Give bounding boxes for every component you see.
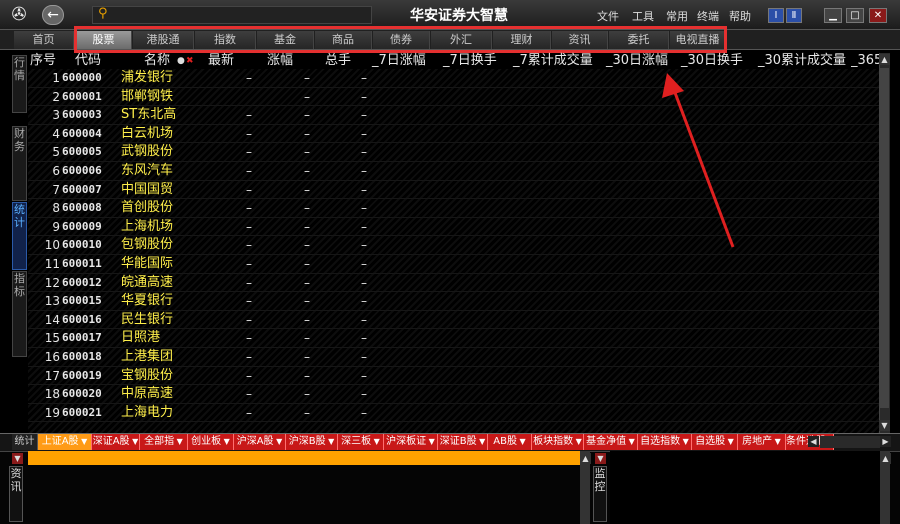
chevron-down-icon[interactable]: ▼ [725,437,734,446]
panel-label-monitor[interactable]: 监控 [593,466,607,522]
bottom-tab-0[interactable]: 统计 [12,434,38,450]
bottom-tab-label: 全部指 [144,436,175,447]
bottom-tab-12[interactable]: 基金净值 ▼ [584,434,638,450]
panel-collapse-left-icon[interactable]: ▼ [12,453,23,464]
panel-label-news[interactable]: 资讯 [9,466,23,522]
bottom-tab-label: 房地产 [742,436,773,447]
monitor-panel [610,451,880,524]
chevron-down-icon[interactable]: ▼ [274,437,282,446]
bottom-tab-label: 板块指数 [533,436,574,447]
scroll-down-icon[interactable]: ▼ [879,420,890,431]
bottom-tab-2[interactable]: 深证A股 ▼ [92,434,140,450]
scroll-up-icon[interactable]: ▲ [879,54,890,65]
monitor-scroll-up-icon[interactable]: ▲ [880,453,891,464]
bottom-tab-label: 深证B股 [439,436,477,447]
bottom-tab-14[interactable]: 自选股 ▼ [692,434,738,450]
bottom-tab-3[interactable]: 全部指 ▼ [140,434,188,450]
chevron-down-icon[interactable]: ▼ [772,437,781,446]
chevron-down-icon[interactable]: ▼ [130,437,138,446]
scrollbar-thumb[interactable] [880,68,889,408]
bottom-tab-label: 基金净值 [586,436,627,447]
bottom-tab-15[interactable]: 房地产 ▼ [738,434,786,450]
bottom-tab-11[interactable]: 板块指数 ▼ [532,434,584,450]
bottom-tab-9[interactable]: 深证B股 ▼ [438,434,488,450]
bottom-tab-6[interactable]: 沪深B股 ▼ [286,434,338,450]
chevron-down-icon[interactable]: ▼ [517,437,526,446]
chevron-down-icon[interactable]: ▼ [79,437,87,446]
chevron-down-icon[interactable]: ▼ [174,437,183,446]
bottom-tab-8[interactable]: 沪深板证 ▼ [384,434,438,450]
chevron-down-icon[interactable]: ▼ [371,437,380,446]
bottom-tab-label: 上证A股 [41,436,79,447]
bottom-tab-7[interactable]: 深三板 ▼ [338,434,384,450]
bottom-tab-label: 深三板 [341,436,372,447]
bottom-tab-label: 沪深板证 [386,436,427,447]
bottom-tab-label: 深证A股 [92,436,130,447]
bottom-tab-13[interactable]: 自选指数 ▼ [638,434,692,450]
bottom-tab-label: 自选指数 [640,436,681,447]
chevron-down-icon[interactable]: ▼ [626,437,635,446]
tabs-scroll-right-icon[interactable]: ▶ [880,436,891,447]
chevron-down-icon[interactable]: ▼ [221,437,230,446]
chevron-down-icon[interactable]: ▼ [680,437,689,446]
bottom-tab-4[interactable]: 创业板 ▼ [188,434,234,450]
bottom-tab-label: 沪深B股 [288,436,326,447]
bottom-tab-10[interactable]: AB股 ▼ [488,434,532,450]
tabs-scroll-left-icon[interactable]: ◀ [808,436,819,447]
news-panel-scroll-up-icon[interactable]: ▲ [580,453,591,464]
chevron-down-icon[interactable]: ▼ [326,437,334,446]
bottom-tab-label: AB股 [493,436,517,447]
chevron-down-icon[interactable]: ▼ [477,437,485,446]
bottom-tab-label: 沪深A股 [236,436,274,447]
bottom-tab-label: 自选股 [695,436,726,447]
bottom-tab-label: 创业板 [191,436,222,447]
chevron-down-icon[interactable]: ▼ [426,437,435,446]
news-panel-header [28,451,580,465]
bottom-tab-1[interactable]: 上证A股 ▼ [38,434,92,450]
bottom-tab-5[interactable]: 沪深A股 ▼ [234,434,286,450]
panel-collapse-right-icon[interactable]: ▼ [595,453,606,464]
chevron-down-icon[interactable]: ▼ [573,437,582,446]
tabs-hscrollbar[interactable] [820,436,880,448]
bottom-tab-label: 统计 [14,436,35,447]
